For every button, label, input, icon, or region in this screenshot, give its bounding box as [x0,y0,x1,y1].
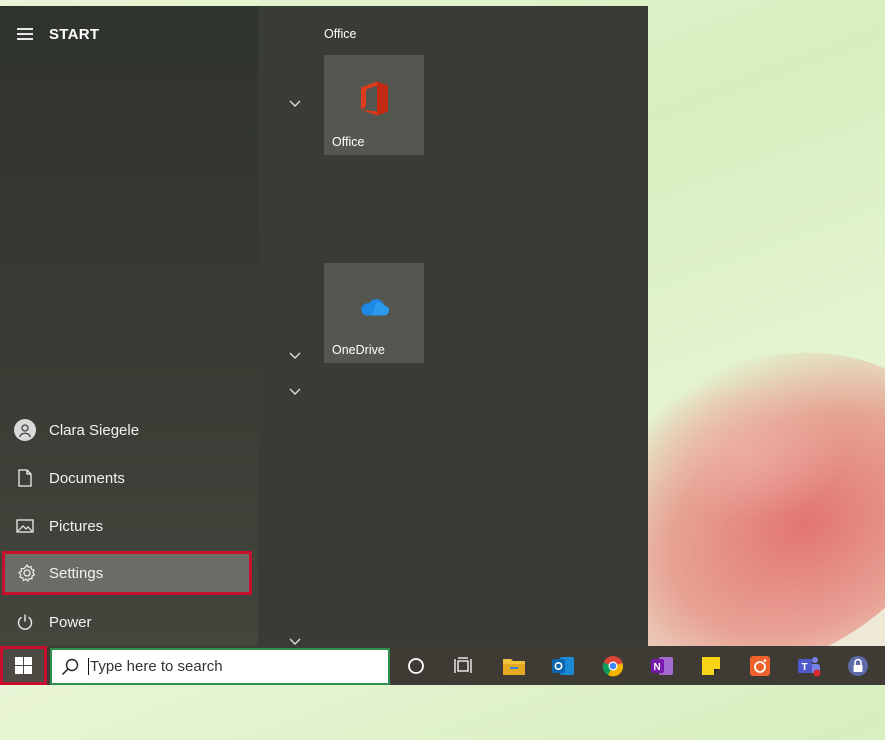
chevron-down-icon[interactable] [288,351,302,361]
office-icon [359,81,389,122]
pictures-label: Pictures [49,517,104,535]
user-avatar-icon [13,419,36,441]
hamburger-menu-icon[interactable] [17,28,33,40]
file-explorer-icon[interactable] [501,653,527,679]
start-menu: START Clara Siegele Documents Pictures S… [0,6,648,647]
picture-icon [0,519,49,533]
onenote-icon[interactable]: N [649,653,675,679]
user-account-item[interactable]: Clara Siegele [0,406,258,454]
taskbar-search-box[interactable]: Type here to search [50,648,390,685]
start-button[interactable] [0,646,47,685]
teams-icon[interactable]: T [796,653,822,679]
power-label: Power [49,613,92,631]
power-item[interactable]: Power [0,598,258,646]
settings-item[interactable]: Settings [2,551,252,595]
onedrive-tile[interactable]: OneDrive [324,263,424,363]
start-tiles-pane [258,6,648,647]
cortana-icon[interactable] [403,653,429,679]
vpn-lock-icon[interactable] [845,653,871,679]
windows-logo-icon [15,657,32,674]
chrome-icon[interactable] [600,653,626,679]
document-icon [0,469,49,487]
pictures-item[interactable]: Pictures [0,502,258,550]
chevron-down-icon[interactable] [288,99,302,109]
search-placeholder: Type here to search [88,658,223,675]
sticky-notes-icon[interactable] [698,653,724,679]
start-title: START [49,26,100,43]
search-icon [52,658,88,676]
tile-group-title-office: Office [324,27,357,41]
chevron-down-icon[interactable] [288,387,302,397]
settings-label: Settings [49,564,104,582]
svg-text:T: T [802,662,808,673]
taskbar: Type here to search N T [0,646,885,685]
documents-item[interactable]: Documents [0,454,258,502]
wallpaper-shape [645,380,845,520]
office-tile[interactable]: Office [324,55,424,155]
svg-text:N: N [654,662,661,673]
user-name: Clara Siegele [49,421,140,439]
documents-label: Documents [49,469,125,487]
power-icon [0,613,49,631]
start-left-pane: START Clara Siegele Documents Pictures S… [0,6,258,647]
office-tile-label: Office [332,135,365,149]
camera-app-icon[interactable] [747,653,773,679]
outlook-icon[interactable] [550,653,576,679]
gear-icon [5,564,49,582]
onedrive-icon [358,296,390,323]
onedrive-tile-label: OneDrive [332,343,385,357]
task-view-icon[interactable] [451,653,477,679]
